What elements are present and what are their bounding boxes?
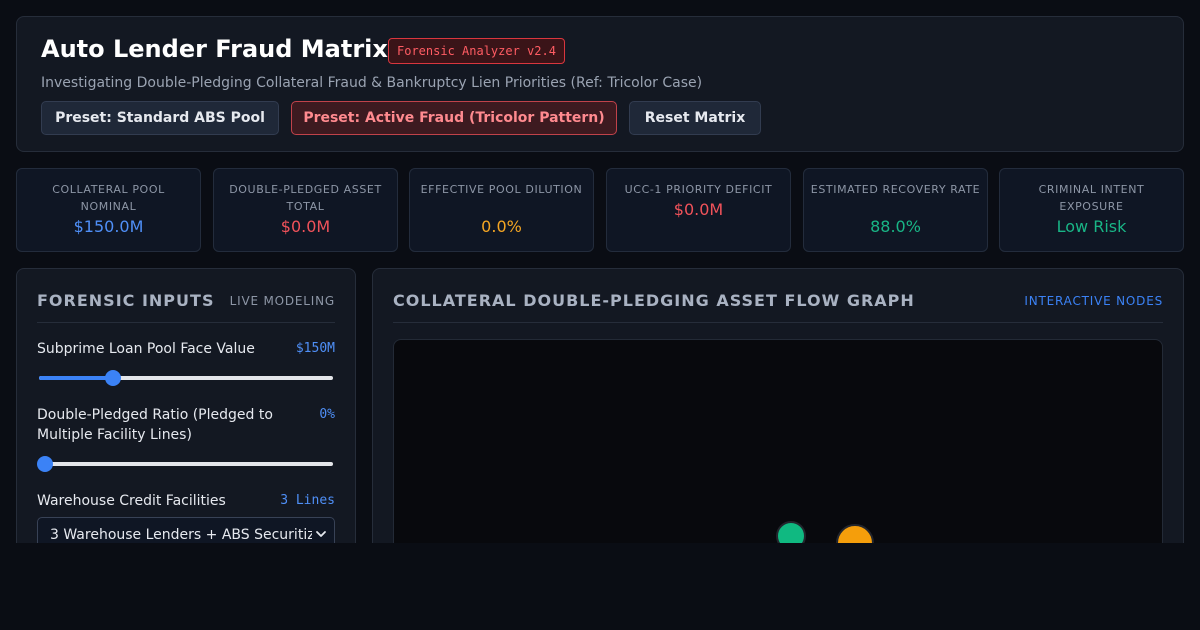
kpi-criminal-exposure: CRIMINAL INTENT EXPOSURE Low Risk [999,168,1184,252]
header-card: Auto Lender Fraud Matrix Forensic Analyz… [16,16,1184,152]
forensic-inputs-panel: FORENSIC INPUTS LIVE MODELING Subprime L… [16,268,356,568]
preset-standard-button[interactable]: Preset: Standard ABS Pool [41,101,279,135]
asset-flow-graph-panel: COLLATERAL DOUBLE-PLEDGING ASSET FLOW GR… [372,268,1184,579]
page-footer-area [0,543,1200,630]
interactive-nodes-tag: INTERACTIVE NODES [1024,294,1163,308]
preset-fraud-button[interactable]: Preset: Active Fraud (Tricolor Pattern) [291,101,617,135]
pool-face-value-slider[interactable] [37,370,335,386]
kpi-value: $0.0M [673,200,724,219]
kpi-value: $150.0M [73,217,144,236]
slider-thumb[interactable] [104,370,121,386]
inputs-panel-title: FORENSIC INPUTS [37,291,215,310]
kpi-label: ESTIMATED RECOVERY RATE [810,183,981,196]
live-modeling-tag: LIVE MODELING [229,294,335,308]
kpi-label: UCC-1 PRIORITY DEFICIT [624,183,773,196]
double-pledged-ratio-readout: 0% [319,407,335,422]
kpi-collateral-pool: COLLATERAL POOL NOMINAL $150.0M [16,168,201,252]
kpi-value: Low Risk [1056,217,1127,236]
page-subtitle: Investigating Double-Pledging Collateral… [41,75,703,91]
graph-panel-title: COLLATERAL DOUBLE-PLEDGING ASSET FLOW GR… [393,291,915,310]
pool-face-value-label: Subprime Loan Pool Face Value [37,341,255,357]
double-pledged-ratio-slider[interactable] [37,456,335,472]
warehouse-facilities-label: Warehouse Credit Facilities [37,493,226,509]
warehouse-facilities-readout: 3 Lines [280,493,335,508]
kpi-double-pledged-total: DOUBLE-PLEDGED ASSET TOTAL $0.0M [213,168,398,252]
kpi-ucc1-deficit: UCC-1 PRIORITY DEFICIT $0.0M [606,168,791,252]
slider-track [39,462,333,466]
panel-divider [37,322,335,323]
slider-thumb[interactable] [37,456,53,472]
version-badge: Forensic Analyzer v2.4 [388,38,565,64]
kpi-value: 88.0% [870,217,921,236]
panel-divider [393,322,1163,323]
kpi-label: DOUBLE-PLEDGED ASSET TOTAL [229,183,382,213]
kpi-label: CRIMINAL INTENT EXPOSURE [1038,183,1145,213]
kpi-effective-dilution: EFFECTIVE POOL DILUTION 0.0% [409,168,594,252]
double-pledged-ratio-label: Double-Pledged Ratio (Pledged to Multipl… [37,407,273,443]
kpi-value: $0.0M [280,217,331,236]
page-title: Auto Lender Fraud Matrix [41,35,388,63]
kpi-label: EFFECTIVE POOL DILUTION [420,183,583,196]
pool-face-value-readout: $150M [295,341,335,356]
kpi-recovery-rate: ESTIMATED RECOVERY RATE 88.0% [803,168,988,252]
reset-matrix-button[interactable]: Reset Matrix [629,101,761,135]
slider-fill [39,376,113,380]
kpi-label: COLLATERAL POOL NOMINAL [52,183,165,213]
kpi-value: 0.0% [481,217,522,236]
